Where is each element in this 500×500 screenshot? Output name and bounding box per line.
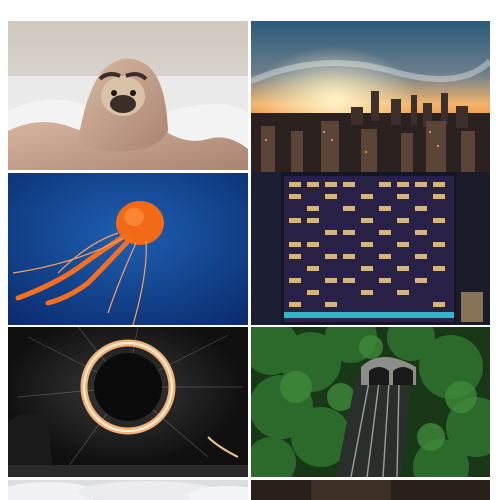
- photo-tile-forest-tunnel[interactable]: [251, 327, 490, 477]
- city-sunset-image: [251, 21, 490, 172]
- lit-apartment-building-image: [251, 172, 490, 325]
- photo-tile-apartment-building[interactable]: [251, 172, 490, 325]
- photo-tile-dark[interactable]: [251, 480, 490, 500]
- clouds-image: [8, 480, 248, 500]
- dark-image: [251, 480, 490, 500]
- photo-gallery-grid: [0, 0, 500, 500]
- photo-tile-city-sunset[interactable]: [251, 21, 490, 172]
- forest-tunnel-aerial-image: [251, 327, 490, 477]
- orange-jellyfish-image: [8, 173, 248, 325]
- photo-tile-pug[interactable]: [8, 21, 248, 170]
- photo-tile-jellyfish[interactable]: [8, 173, 248, 325]
- pug-in-blanket-image: [8, 21, 248, 170]
- photo-tile-steel-wool[interactable]: [8, 327, 248, 477]
- steel-wool-light-painting-image: [8, 327, 248, 477]
- photo-tile-clouds[interactable]: [8, 480, 248, 500]
